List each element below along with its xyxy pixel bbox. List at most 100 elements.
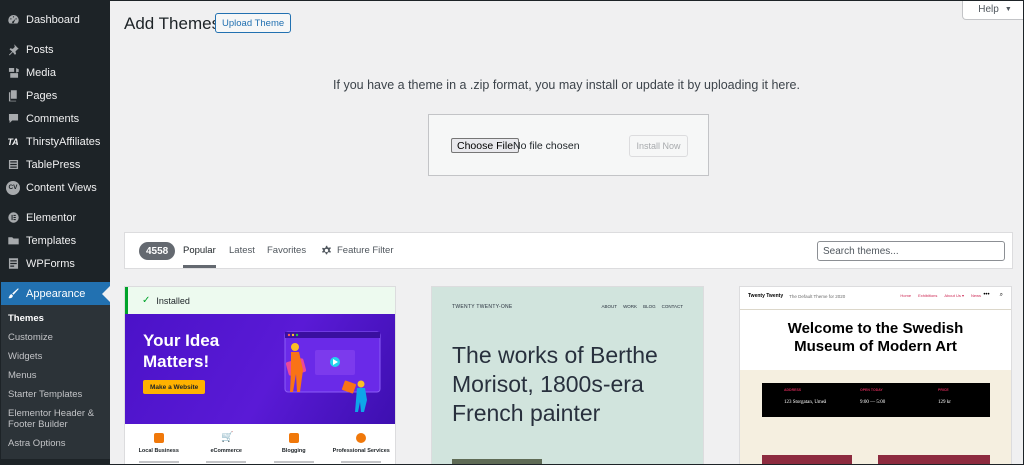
store-icon [153,433,164,443]
feature-description [273,461,314,463]
submenu-item-starter-templates[interactable]: Starter Templates [0,385,110,404]
info-value: 123 Storgatan, Umeå [784,400,827,405]
sidebar-item-appearance[interactable]: Appearance [0,282,110,305]
theme-preview-image [452,459,542,465]
tab-favorites[interactable]: Favorites [267,245,306,256]
sidebar-item-label: WPForms [26,257,75,270]
info-label: PRICE [938,388,949,392]
info-value: 9:00 — 5:00 [860,400,886,405]
feature-description [206,461,247,463]
theme-preview-site-name: TWENTY TWENTY-ONE [452,304,513,310]
search-themes-input[interactable] [817,241,1005,261]
install-now-button[interactable]: Install Now [629,135,688,157]
sidebar-item-wpforms[interactable]: WPForms [0,252,110,275]
sidebar-item-label: Appearance [26,287,86,300]
pin-icon [6,43,20,57]
appearance-submenu: Themes Customize Widgets Menus Starter T… [0,305,110,459]
cv-icon: CV [6,180,20,195]
sidebar-item-dashboard[interactable]: Dashboard [0,8,110,31]
feature-blogging: Blogging [264,433,324,463]
info-value: 129 kr [938,400,951,405]
sidebar-item-label: Pages [26,89,58,102]
feature-description [138,461,179,463]
feature-label: eCommerce [210,448,243,454]
sidebar-item-comments[interactable]: Comments [0,107,110,130]
submenu-item-widgets[interactable]: Widgets [0,347,110,366]
installed-label: Installed [156,295,190,306]
theme-preview-toggles: ••• ⌕ [983,292,1003,299]
theme-card-astra[interactable]: ✓ Installed Your Idea Matters! Make a We… [124,286,396,465]
nav-link: ABOUT [601,304,618,309]
nav-link: About Us ▾ [944,293,964,298]
nav-link: Exhibitions [918,293,938,298]
sidebar-item-templates[interactable]: Templates [0,229,110,252]
checkmark-icon: ✓ [142,295,151,306]
wpforms-icon [6,257,20,271]
theme-preview-title: Your Idea Matters! [143,331,220,371]
feature-filter-button[interactable]: Feature Filter [321,245,394,256]
gear-icon [322,245,331,255]
theme-preview-cta: Make a Website [143,380,206,394]
tab-latest[interactable]: Latest [229,245,255,256]
info-cell: PRICE 129 kr [938,388,951,405]
menu-dots-icon: ••• [983,292,990,298]
choose-file-button[interactable]: Choose File [451,138,520,153]
table-icon [6,158,20,172]
theme-card-twenty-twenty[interactable]: Twenty Twenty The Default Theme for 2020… [739,286,1012,465]
theme-preview-nav: ABOUT WORK BLOG CONTACT [602,304,683,309]
info-cell: OPEN TODAY 9:00 — 5:00 [860,388,885,405]
edit-icon [288,433,299,443]
submenu-item-elementor-header-footer[interactable]: Elementor Header & Footer Builder [0,404,110,434]
sidebar-item-label: ThirstyAffiliates [26,135,101,148]
submenu-item-menus[interactable]: Menus [0,366,110,385]
comment-icon [6,112,20,126]
sidebar-item-thirstyaffiliates[interactable]: TA ThirstyAffiliates [0,130,110,153]
theme-filter-bar: 4558 Popular Latest Favorites Feature Fi… [124,232,1013,269]
submenu-item-themes[interactable]: Themes [0,309,110,328]
brush-icon [6,287,20,301]
sidebar-item-label: Templates [26,234,77,247]
elementor-icon [6,211,20,225]
sidebar-item-media[interactable]: Media [0,61,110,84]
info-cell: ADDRESS 123 Storgatan, Umeå [784,388,826,405]
sidebar-item-label: Media [26,66,56,79]
feature-description [341,461,382,463]
sidebar-item-label: TablePress [26,158,81,171]
search-icon: ⌕ [999,292,1003,298]
sidebar-item-tablepress[interactable]: TablePress [0,153,110,176]
installed-notice: ✓ Installed [125,287,395,314]
theme-preview-header: Twenty Twenty The Default Theme for 2020 [748,293,845,299]
info-label: OPEN TODAY [860,388,883,392]
theme-preview-nav: Home Exhibitions About Us ▾ News [900,293,981,298]
theme-card-twenty-twenty-one[interactable]: TWENTY TWENTY-ONE ABOUT WORK BLOG CONTAC… [431,286,704,465]
sidebar-item-label: Content Views [26,181,97,194]
feature-filter-label: Feature Filter [337,245,394,256]
sidebar-item-content-views[interactable]: CV Content Views [0,176,110,199]
feature-local-business: Local Business [129,433,189,463]
theme-preview-info-box: ADDRESS 123 Storgatan, Umeå OPEN TODAY 9… [762,383,990,417]
theme-preview-site-name: Twenty Twenty [748,293,784,299]
ta-icon: TA [7,136,19,147]
feature-label: Local Business [138,448,179,454]
theme-preview-image [762,455,852,465]
folder-icon [6,234,20,248]
submenu-item-astra-options[interactable]: Astra Options [0,434,110,453]
feature-professional-services: Professional Services [331,433,391,463]
upload-form: Choose File No file chosen Install Now [428,114,709,176]
sidebar-item-posts[interactable]: Posts [0,38,110,61]
sidebar-item-pages[interactable]: Pages [0,84,110,107]
sidebar-item-elementor[interactable]: Elementor [0,206,110,229]
help-tab-button[interactable]: Help ▼ [962,0,1024,20]
sidebar-item-label: Dashboard [26,13,80,26]
submenu-item-customize[interactable]: Customize [0,328,110,347]
upload-theme-button[interactable]: Upload Theme [215,13,292,33]
help-label: Help [978,4,999,15]
tab-popular[interactable]: Popular [183,245,216,268]
theme-preview-tagline: The Default Theme for 2020 [789,293,846,299]
theme-preview-headline: The works of Berthe Morisot, 1800s-era F… [452,342,658,426]
nav-link: WORK [623,304,638,309]
theme-preview-image [878,455,990,465]
dashboard-icon [6,13,20,27]
feature-label: Professional Services [332,448,390,454]
sidebar-item-label: Posts [26,43,54,56]
